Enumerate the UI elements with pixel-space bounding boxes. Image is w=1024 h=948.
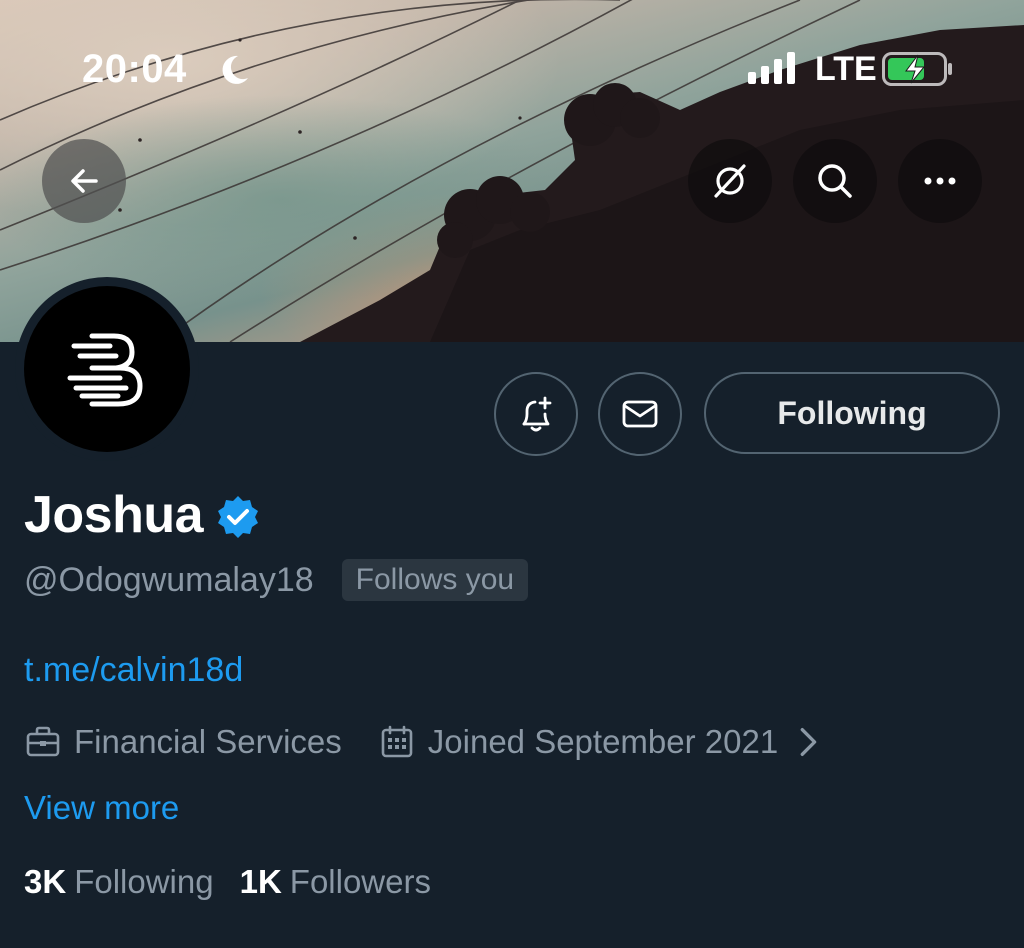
handle-row: @Odogwumalay18 Follows you <box>24 558 529 602</box>
joined-item[interactable]: Joined September 2021 <box>378 720 840 764</box>
following-label: Following <box>74 863 214 900</box>
signal-icon <box>748 52 795 84</box>
chevron-right-icon <box>800 728 817 756</box>
profile-name-row: Joshua <box>24 484 261 546</box>
verified-badge-icon[interactable] <box>215 494 261 540</box>
network-type: LTE <box>815 50 877 88</box>
avatar[interactable] <box>15 277 199 461</box>
calendar-icon <box>381 725 413 758</box>
grok-button[interactable] <box>688 139 772 223</box>
followers-label: Followers <box>289 863 431 900</box>
bitmart-b-logo <box>67 333 143 407</box>
back-button[interactable] <box>42 139 126 223</box>
following-stat[interactable]: 3K Following <box>24 860 214 904</box>
avatar-image <box>24 286 190 452</box>
status-time: 20:04 <box>82 47 187 91</box>
followers-count: 1K <box>239 863 282 900</box>
search-button[interactable] <box>793 139 877 223</box>
follow-stats: 3K Following 1K Followers <box>24 860 431 904</box>
category-item: Financial Services <box>24 720 342 764</box>
notifications-button[interactable] <box>494 372 578 456</box>
moon-icon <box>222 55 248 84</box>
view-more-link[interactable]: View more <box>24 786 179 830</box>
more-icon <box>924 177 956 185</box>
status-bar: 20:04 LTE <box>0 0 1024 140</box>
profile-meta-row: Financial Services Joined September 2021 <box>24 720 840 764</box>
follows-you-badge: Follows you <box>341 559 529 601</box>
more-button[interactable] <box>898 139 982 223</box>
bell-plus-icon <box>522 396 552 432</box>
display-name: Joshua <box>24 486 204 544</box>
following-count: 3K <box>24 863 67 900</box>
back-arrow-icon <box>71 169 98 193</box>
grok-icon <box>714 164 746 198</box>
category-label: Financial Services <box>74 723 342 760</box>
battery-charging-icon <box>882 52 952 86</box>
handle: @Odogwumalay18 <box>24 561 314 599</box>
followers-stat[interactable]: 1K Followers <box>240 860 431 904</box>
following-button[interactable]: Following <box>704 372 1000 454</box>
message-button[interactable] <box>598 372 682 456</box>
search-icon <box>818 164 852 198</box>
profile-link[interactable]: t.me/calvin18d <box>24 648 243 692</box>
briefcase-icon <box>26 726 60 757</box>
envelope-icon <box>622 400 658 428</box>
joined-label: Joined September 2021 <box>427 723 779 760</box>
